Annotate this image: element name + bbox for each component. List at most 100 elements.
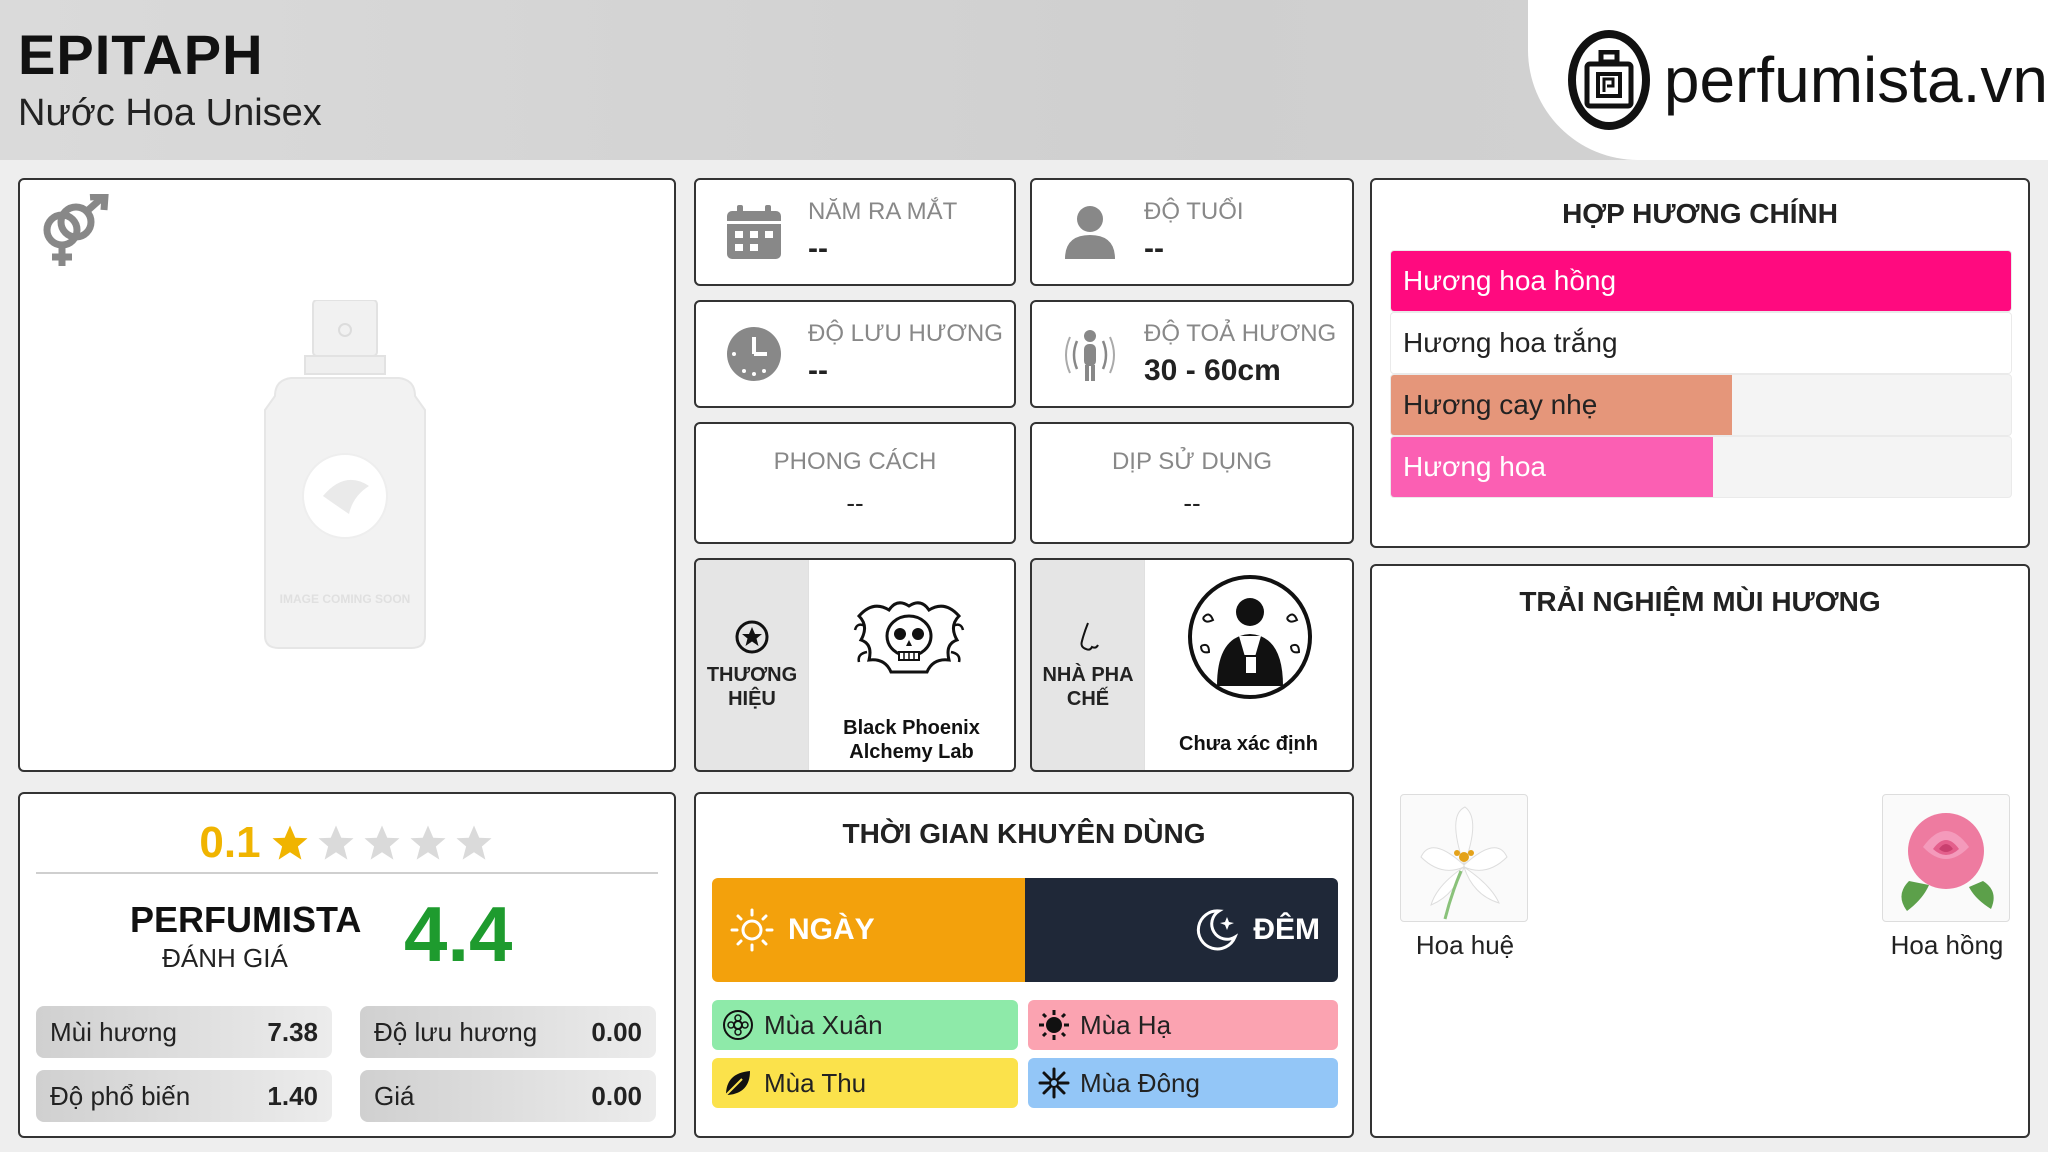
style-card: PHONG CÁCH -- [694, 422, 1016, 544]
accord-bar: Hương cay nhẹ [1390, 374, 2012, 436]
stat-label: Giá [374, 1080, 415, 1111]
day-night-bar: NGÀY ĐÊM [712, 878, 1338, 982]
info-value: 30 - 60cm [1144, 354, 1281, 387]
season-label: Mùa Đông [1080, 1067, 1200, 1098]
moon-icon [1197, 909, 1239, 951]
season-spring: Mùa Xuân [712, 1000, 1018, 1050]
perfumista-label: PERFUMISTA ĐÁNH GIÁ [130, 899, 362, 974]
bottle-logo-icon [1568, 30, 1650, 130]
calendar-icon [724, 202, 784, 262]
accords-title: HỢP HƯƠNG CHÍNH [1562, 198, 1838, 229]
star-icon[interactable] [315, 822, 357, 864]
stat-label: Độ phổ biến [50, 1080, 191, 1111]
season-winter: Mùa Đông [1028, 1058, 1338, 1108]
perfumer-label: NHÀ PHA CHẾ [1042, 664, 1134, 710]
info-value: -- [808, 232, 828, 265]
season-summer: Mùa Hạ [1028, 1000, 1338, 1050]
unisex-gender-icon [36, 192, 112, 275]
perfumer-avatar-area: Chưa xác định [1144, 560, 1352, 770]
site-logo[interactable]: perfumista.vn [1528, 0, 2048, 160]
star-icon[interactable] [361, 822, 403, 864]
sillage-person-icon [1060, 324, 1120, 384]
main-accords-card: HỢP HƯƠNG CHÍNH Hương hoa hồng Hương hoa … [1370, 178, 2030, 548]
user-rating-value: 0.1 [199, 818, 261, 867]
perfumista-name: PERFUMISTA [130, 899, 362, 940]
season-label: Mùa Xuân [764, 1009, 883, 1040]
rating-card: 0.1 PERFUMISTA ĐÁNH GIÁ 4.4 Mùi hương 7.… [18, 792, 676, 1138]
perfumista-sub: ĐÁNH GIÁ [162, 943, 288, 973]
note-label: Hoa huệ [1415, 930, 1515, 960]
person-icon [1060, 202, 1120, 262]
age-card: ĐỘ TUỔI -- [1030, 178, 1354, 286]
perfumer-card[interactable]: NHÀ PHA CHẾ Chưa xác định [1030, 558, 1354, 772]
star-icon[interactable] [407, 822, 449, 864]
perfumista-score: 4.4 [404, 890, 513, 978]
brand-label-block: THƯƠNG HIỆU [696, 560, 808, 770]
season-autumn: Mùa Thu [712, 1058, 1018, 1108]
occasion-card: DỊP SỬ DỤNG -- [1030, 422, 1354, 544]
note-label: Hoa hồng [1890, 930, 2004, 960]
recommended-time-card: THỜI GIAN KHUYÊN DÙNG NGÀY ĐÊM Mùa Xuân … [694, 792, 1354, 1138]
perfumer-name: Chưa xác định [1179, 733, 1318, 755]
star-badge-icon [735, 620, 769, 654]
star-icon[interactable] [453, 822, 495, 864]
perfume-title: EPITAPH [18, 23, 264, 86]
info-value: -- [846, 487, 864, 518]
nose-icon [1080, 622, 1099, 651]
info-label: DỊP SỬ DỤNG [1111, 447, 1273, 475]
stat-scent: Mùi hương 7.38 [36, 1006, 332, 1058]
info-label: ĐỘ TUỔI [1144, 198, 1244, 225]
brand-label: THƯƠNG HIỆU [706, 664, 798, 710]
accord-label: Hương cay nhẹ [1403, 389, 1598, 420]
stat-price: Giá 0.00 [360, 1070, 656, 1122]
stat-popularity: Độ phổ biến 1.40 [36, 1070, 332, 1122]
flower-icon [723, 1010, 753, 1040]
info-value: -- [1183, 487, 1201, 518]
info-label: ĐỘ TOẢ HƯƠNG [1144, 320, 1337, 347]
user-rating-row: 0.1 [36, 814, 658, 874]
brand-name: Black Phoenix Alchemy Lab [843, 717, 980, 763]
info-value: -- [1144, 232, 1164, 265]
brand-card[interactable]: THƯƠNG HIỆU Black Phoenix Alchemy Lab [694, 558, 1016, 772]
note-item[interactable]: Hoa hồng [1882, 794, 2012, 961]
note-item[interactable]: Hoa huệ [1400, 794, 1530, 961]
star-icon[interactable] [269, 822, 311, 864]
day-segment: NGÀY [712, 878, 1025, 982]
accord-bar: Hương hoa trắng [1390, 312, 2012, 374]
longevity-card: ĐỘ LƯU HƯƠNG -- [694, 300, 1016, 408]
sillage-card: ĐỘ TOẢ HƯƠNG 30 - 60cm [1030, 300, 1354, 408]
sun-icon [730, 908, 774, 952]
image-coming-soon-text: IMAGE COMING SOON [279, 592, 411, 606]
stat-value: 7.38 [267, 1016, 318, 1047]
leaf-icon [725, 1071, 750, 1096]
perfumer-label-block: NHÀ PHA CHẾ [1032, 560, 1144, 770]
skull-logo-icon [853, 596, 965, 691]
night-segment: ĐÊM [1025, 878, 1338, 982]
logo-text: perfumista.vn [1663, 44, 2048, 116]
time-title: THỜI GIAN KHUYÊN DÙNG [842, 818, 1206, 849]
brand-logo-area: Black Phoenix Alchemy Lab [808, 560, 1014, 770]
perfume-image-card: IMAGE COMING SOON [18, 178, 676, 772]
perfumer-avatar-icon [1187, 574, 1313, 705]
stat-value: 0.00 [591, 1016, 642, 1047]
accord-bar: Hương hoa hồng [1390, 250, 2012, 312]
star-rating[interactable] [269, 822, 495, 864]
stat-longevity: Độ lưu hương 0.00 [360, 1006, 656, 1058]
info-label: PHONG CÁCH [773, 447, 937, 475]
info-value: -- [808, 354, 828, 387]
header: EPITAPH Nước Hoa Unisex perfumista.vn [0, 0, 2048, 160]
image-placeholder-bottle: IMAGE COMING SOON [245, 299, 445, 655]
sun-filled-icon [1039, 1010, 1069, 1040]
accord-label: Hương hoa hồng [1403, 265, 1617, 296]
accord-bar: Hương hoa [1390, 436, 2012, 498]
snowflake-icon [1038, 1067, 1070, 1099]
day-label: NGÀY [788, 913, 875, 946]
accord-label: Hương hoa trắng [1403, 327, 1618, 358]
perfume-subtitle: Nước Hoa Unisex [18, 92, 322, 134]
release-year-card: NĂM RA MẮT -- [694, 178, 1016, 286]
info-label: NĂM RA MẮT [808, 198, 958, 225]
stat-label: Mùi hương [50, 1016, 177, 1047]
season-label: Mùa Hạ [1080, 1009, 1172, 1040]
night-label: ĐÊM [1253, 913, 1320, 946]
scent-experience-card: TRẢI NGHIỆM MÙI HƯƠNG Hoa huệ Hoa hồng [1370, 564, 2030, 1138]
